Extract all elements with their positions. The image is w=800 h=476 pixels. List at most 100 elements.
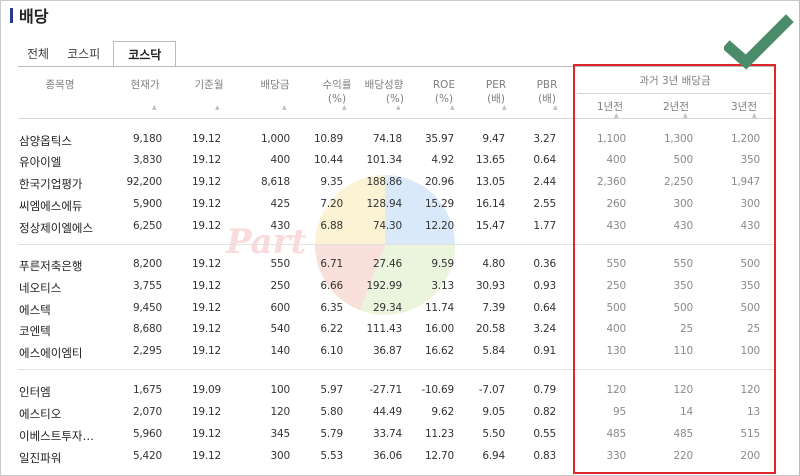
pbr-label: PBR (536, 79, 558, 91)
per-cell: 30.93 (475, 280, 505, 292)
base-month-cell: 19.12 (191, 198, 221, 210)
stock-name-link[interactable]: 에스티오 (19, 406, 61, 422)
stock-name-link[interactable]: 유아이엘 (19, 154, 61, 170)
base-month-cell: 19.12 (191, 280, 221, 292)
stock-name-link[interactable]: 정상제이엘에스 (19, 220, 93, 236)
col-header-dividend[interactable]: 배당금 (250, 78, 300, 92)
payout-cell: 128.94 (366, 198, 402, 210)
sort-icon[interactable]: ▲ (502, 104, 507, 111)
per-unit: (배) (487, 93, 505, 105)
roe-cell: 11.74 (424, 302, 454, 314)
stock-name-link[interactable]: 에스에이엠티 (19, 345, 82, 361)
col-header-roe[interactable]: ROE (%) (424, 78, 464, 106)
stock-name-link[interactable]: 한국기업평가 (19, 176, 82, 192)
payout-cell: 29.34 (372, 302, 402, 314)
roe-cell: 11.23 (424, 428, 454, 440)
dividend-cell: 400 (270, 154, 291, 166)
price-cell: 3,830 (132, 154, 162, 166)
payout-cell: 36.87 (372, 345, 402, 357)
sort-icon[interactable]: ▲ (215, 104, 220, 111)
tab-all[interactable]: 전체 (18, 41, 58, 67)
pbr-cell: 0.64 (533, 154, 556, 166)
yield-cell: 6.66 (320, 280, 343, 292)
tab-kosdaq[interactable]: 코스닥 (113, 41, 177, 67)
payout-cell: 74.18 (372, 133, 402, 145)
pbr-unit: (배) (538, 93, 556, 105)
per-cell: 13.65 (475, 154, 505, 166)
price-cell: 6,250 (132, 220, 162, 232)
yield-cell: 6.22 (320, 323, 343, 335)
roe-cell: 35.97 (424, 133, 454, 145)
dividend-cell: 345 (270, 428, 291, 440)
sort-icon[interactable]: ▲ (152, 104, 157, 111)
per-cell: 6.94 (482, 450, 505, 462)
col-header-price[interactable]: 현재가 (120, 78, 170, 92)
col-header-name[interactable]: 종목명 (30, 78, 90, 92)
base-month-cell: 19.12 (191, 345, 221, 357)
yield-cell: 6.35 (320, 302, 343, 314)
stock-name-link[interactable]: 에스텍 (19, 302, 51, 318)
dividend-cell: 425 (270, 198, 291, 210)
title-accent-bar (10, 7, 13, 23)
stock-name-link[interactable]: 이베스트투자… (19, 428, 94, 444)
pbr-cell: 0.91 (533, 345, 556, 357)
col-header-per[interactable]: PER (배) (476, 78, 516, 106)
base-month-cell: 19.12 (191, 176, 221, 188)
yield-cell: 10.44 (313, 154, 343, 166)
price-cell: 9,450 (132, 302, 162, 314)
roe-cell: 4.92 (431, 154, 454, 166)
dividend-cell: 1,000 (260, 133, 290, 145)
per-cell: 7.39 (482, 302, 505, 314)
tab-kospi[interactable]: 코스피 (58, 41, 109, 67)
sort-icon[interactable]: ▲ (342, 104, 347, 111)
yield-cell: 5.79 (320, 428, 343, 440)
roe-label: ROE (432, 79, 456, 91)
sort-icon[interactable]: ▲ (450, 104, 455, 111)
market-tabs: 전체 코스피 코스닥 (18, 41, 177, 67)
price-cell: 8,200 (132, 258, 162, 270)
per-cell: 9.05 (482, 406, 505, 418)
payout-cell: 188.86 (366, 176, 402, 188)
yield-cell: 6.10 (320, 345, 343, 357)
col-header-base-month[interactable]: 기준월 (184, 78, 234, 92)
per-cell: 13.05 (475, 176, 505, 188)
yield-cell: 6.71 (320, 258, 343, 270)
section-header: 배당 (10, 4, 48, 26)
price-cell: 2,295 (132, 345, 162, 357)
stock-name-link[interactable]: 코엔텍 (19, 323, 51, 339)
price-cell: 92,200 (126, 176, 162, 188)
dividend-cell: 100 (270, 384, 291, 396)
col-header-payout[interactable]: 배당성향 (%) (354, 78, 414, 106)
stock-name-link[interactable]: 네오티스 (19, 280, 61, 296)
sort-icon[interactable]: ▲ (282, 104, 287, 111)
payout-cell: 111.43 (366, 323, 402, 335)
sort-icon[interactable]: ▲ (553, 104, 558, 111)
roe-cell: 12.70 (424, 450, 454, 462)
base-month-cell: 19.12 (191, 220, 221, 232)
pbr-cell: 0.83 (533, 450, 556, 462)
payout-cell: 101.34 (366, 154, 402, 166)
price-cell: 1,675 (132, 384, 162, 396)
pbr-cell: 2.44 (533, 176, 556, 188)
per-cell: 16.14 (475, 198, 505, 210)
stock-name-link[interactable]: 씨엠에스에듀 (19, 198, 82, 214)
yield-cell: 5.53 (320, 450, 343, 462)
price-cell: 2,070 (132, 406, 162, 418)
sort-icon[interactable]: ▲ (396, 104, 401, 111)
pbr-cell: 3.24 (533, 323, 556, 335)
stock-name-link[interactable]: 삼양옵틱스 (19, 133, 72, 149)
payout-unit: (%) (385, 93, 404, 105)
per-cell: 5.84 (482, 345, 505, 357)
roe-cell: 3.13 (431, 280, 454, 292)
stock-name-link[interactable]: 푸른저축은행 (19, 258, 82, 274)
dividend-cell: 120 (270, 406, 291, 418)
stock-name-link[interactable]: 일진파워 (19, 450, 61, 466)
per-cell: 20.58 (475, 323, 505, 335)
per-cell: 4.80 (482, 258, 505, 270)
stock-name-link[interactable]: 인터엠 (19, 384, 51, 400)
dividend-cell: 550 (270, 258, 291, 270)
col-header-pbr[interactable]: PBR (배) (527, 78, 567, 106)
price-cell: 9,180 (132, 133, 162, 145)
dividend-cell: 8,618 (260, 176, 290, 188)
yield-cell: 6.88 (320, 220, 343, 232)
